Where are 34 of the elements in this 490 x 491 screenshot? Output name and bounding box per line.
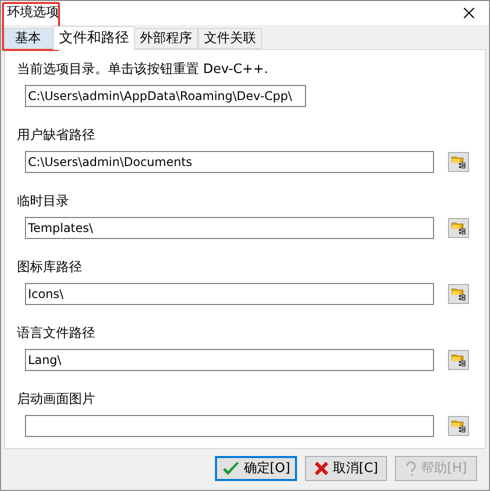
tab[interactable]: 基本	[4, 28, 54, 49]
question-icon	[405, 460, 418, 476]
browse-button[interactable]	[448, 152, 469, 172]
browse-button[interactable]	[448, 218, 469, 238]
browse-button[interactable]	[448, 416, 469, 436]
tab[interactable]: 外部程序	[134, 28, 198, 49]
tab[interactable]: 文件和路径	[53, 26, 135, 50]
browse-button[interactable]	[448, 284, 469, 304]
folder-icon	[451, 221, 466, 235]
folder-icon	[451, 419, 466, 433]
field-label: 图标库路径	[17, 259, 83, 276]
path-field[interactable]: Lang\	[25, 349, 434, 371]
close-icon[interactable]	[463, 7, 475, 19]
path-field[interactable]: C:\Users\admin\Documents	[25, 151, 434, 173]
field-label: 启动画面图片	[17, 391, 96, 408]
tab[interactable]: 文件关联	[198, 28, 262, 49]
field-label: 用户缺省路径	[17, 127, 96, 144]
path-field[interactable]: C:\Users\admin\AppData\Roaming\Dev-Cpp\	[25, 85, 306, 107]
browse-button[interactable]	[448, 350, 469, 370]
folder-icon	[451, 155, 466, 169]
path-field[interactable]: Icons\	[25, 283, 434, 305]
field-label: 语言文件路径	[17, 325, 96, 342]
cancel-button[interactable]: 取消[C]	[305, 456, 387, 481]
check-icon	[222, 460, 240, 476]
field-label: 临时目录	[17, 193, 70, 210]
window-title: 环境选项	[7, 4, 59, 22]
annotation-frame	[2, 2, 60, 51]
folder-icon	[451, 353, 466, 367]
cross-icon	[314, 461, 329, 476]
path-field[interactable]: Templates\	[25, 217, 434, 239]
path-field[interactable]	[25, 415, 434, 437]
field-label: 当前选项目录。单击该按钮重置 Dev-C++.	[17, 61, 270, 78]
ok-button[interactable]: 确定[O]	[215, 456, 297, 481]
folder-icon	[451, 287, 466, 301]
